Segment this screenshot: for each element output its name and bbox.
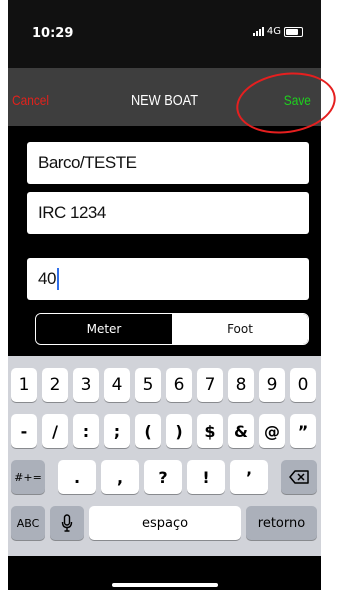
key-colon[interactable]: : xyxy=(73,414,99,448)
length-value: 40 xyxy=(38,269,56,288)
status-time: 10:29 xyxy=(32,26,74,41)
numeric-keyboard: 1 2 3 4 5 6 7 8 9 0 - / : ; ( ) $ & @ ” … xyxy=(8,356,321,556)
key-2[interactable]: 2 xyxy=(42,368,68,402)
unit-option-foot[interactable]: Foot xyxy=(172,314,308,344)
microphone-icon xyxy=(61,514,73,532)
sail-number-value: IRC 1234 xyxy=(38,203,106,222)
boat-name-field[interactable]: Barco/TESTE xyxy=(27,142,309,184)
boat-name-value: Barco/TESTE xyxy=(38,153,137,172)
length-field[interactable]: 40 xyxy=(27,258,309,300)
key-exclamation[interactable]: ! xyxy=(187,460,225,494)
sail-number-field[interactable]: IRC 1234 xyxy=(27,192,309,234)
unit-option-meter[interactable]: Meter xyxy=(36,314,172,344)
key-3[interactable]: 3 xyxy=(73,368,99,402)
key-apostrophe[interactable]: ’ xyxy=(230,460,268,494)
text-caret xyxy=(56,268,59,290)
key-at[interactable]: @ xyxy=(259,414,285,448)
space-key[interactable]: espaço xyxy=(89,506,241,540)
key-7[interactable]: 7 xyxy=(197,368,223,402)
key-more-symbols[interactable]: #+= xyxy=(11,460,45,494)
dictation-key[interactable] xyxy=(50,506,84,540)
status-bar: 10:29 4G xyxy=(8,0,321,68)
key-comma[interactable]: , xyxy=(101,460,139,494)
key-9[interactable]: 9 xyxy=(259,368,285,402)
key-6[interactable]: 6 xyxy=(166,368,192,402)
backspace-key[interactable] xyxy=(281,460,317,494)
key-close-paren[interactable]: ) xyxy=(166,414,192,448)
key-0[interactable]: 0 xyxy=(290,368,316,402)
status-indicators: 4G xyxy=(252,26,303,37)
key-hyphen[interactable]: - xyxy=(11,414,37,448)
key-open-paren[interactable]: ( xyxy=(135,414,161,448)
key-question[interactable]: ? xyxy=(144,460,182,494)
key-slash[interactable]: / xyxy=(42,414,68,448)
key-period[interactable]: . xyxy=(58,460,96,494)
unit-segmented-control: Meter Foot xyxy=(35,313,309,345)
signal-bars-icon xyxy=(252,27,264,36)
battery-icon xyxy=(284,26,303,37)
network-label: 4G xyxy=(266,26,281,37)
key-8[interactable]: 8 xyxy=(228,368,254,402)
key-1[interactable]: 1 xyxy=(11,368,37,402)
key-abc[interactable]: ABC xyxy=(11,506,45,540)
key-semicolon[interactable]: ; xyxy=(104,414,130,448)
key-5[interactable]: 5 xyxy=(135,368,161,402)
backspace-icon xyxy=(289,470,309,484)
key-quote[interactable]: ” xyxy=(290,414,316,448)
key-4[interactable]: 4 xyxy=(104,368,130,402)
return-key[interactable]: retorno xyxy=(246,506,317,540)
key-dollar[interactable]: $ xyxy=(197,414,223,448)
home-indicator[interactable] xyxy=(112,583,218,587)
key-ampersand[interactable]: & xyxy=(228,414,254,448)
